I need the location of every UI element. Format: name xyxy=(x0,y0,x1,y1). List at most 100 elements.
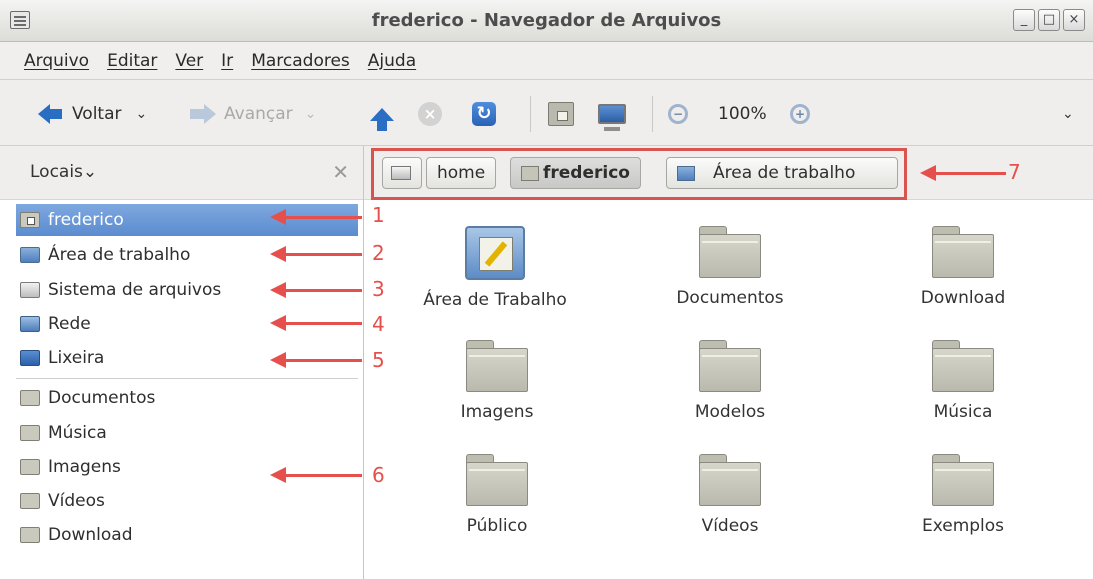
path-button-area-de-trabalho[interactable]: Área de trabalho xyxy=(666,157,898,189)
home-folder-icon xyxy=(548,102,574,126)
path-button-home[interactable]: home xyxy=(426,157,497,189)
folder-icon xyxy=(932,226,994,278)
file-item-musica[interactable]: Música xyxy=(863,340,1063,422)
annotation-number-6: 6 xyxy=(372,463,385,487)
forward-label: Avançar xyxy=(224,104,293,124)
path-button-label: frederico xyxy=(543,163,630,183)
zoom-level[interactable]: 100% xyxy=(718,99,767,129)
file-item-label: Público xyxy=(466,516,528,536)
close-side-pane-icon[interactable]: ✕ xyxy=(332,160,349,184)
stop-icon: × xyxy=(418,102,442,126)
file-item-label: Exemplos xyxy=(921,516,1005,536)
sidebar-item-label: frederico xyxy=(48,210,124,230)
reload-icon: ↻ xyxy=(472,102,496,126)
annotation-number-4: 4 xyxy=(372,312,385,336)
network-icon xyxy=(20,316,40,332)
maximize-button[interactable]: □ xyxy=(1038,9,1060,31)
path-button-label: home xyxy=(437,163,486,183)
sidebar-item-documentos[interactable]: Documentos xyxy=(16,382,358,414)
folder-icon xyxy=(699,226,761,278)
sidebar-item-lixeira[interactable]: Lixeira xyxy=(16,342,358,374)
window-controls: _ □ × xyxy=(1013,9,1085,31)
reload-button[interactable]: ↻ xyxy=(472,99,496,129)
computer-button[interactable] xyxy=(598,99,626,131)
annotation-number-3: 3 xyxy=(372,277,385,301)
menu-ver[interactable]: Ver xyxy=(175,51,203,71)
menu-bar: Arquivo Editar Ver Ir Marcadores Ajuda xyxy=(0,42,1093,80)
folder-icon xyxy=(466,454,528,506)
annotation-arrow xyxy=(920,165,1006,181)
file-item-documentos[interactable]: Documentos xyxy=(630,226,830,308)
annotation-number-7: 7 xyxy=(1008,160,1021,184)
places-selector[interactable]: Locais⌄ xyxy=(30,162,97,182)
file-item-download[interactable]: Download xyxy=(863,226,1063,308)
back-dropdown-chevron-icon[interactable]: ⌄ xyxy=(136,106,148,122)
sidebar-divider xyxy=(16,378,358,379)
menu-editar[interactable]: Editar xyxy=(107,51,157,71)
drive-icon xyxy=(20,282,40,298)
home-folder-icon xyxy=(20,212,40,228)
sidebar-item-imagens[interactable]: Imagens xyxy=(16,451,358,483)
file-item-imagens[interactable]: Imagens xyxy=(397,340,597,422)
desktop-icon xyxy=(677,165,695,181)
menu-arquivo[interactable]: Arquivo xyxy=(24,51,89,71)
places-selector-label: Locais xyxy=(30,162,83,182)
folder-icon xyxy=(20,459,40,475)
close-button[interactable]: × xyxy=(1063,9,1085,31)
file-item-label: Imagens xyxy=(460,402,534,422)
file-item-label: Documentos xyxy=(676,288,784,308)
back-label: Voltar xyxy=(72,104,122,124)
zoom-in-icon: + xyxy=(790,104,810,124)
menu-ajuda[interactable]: Ajuda xyxy=(368,51,416,71)
sidebar-item-label: Documentos xyxy=(48,388,156,408)
file-item-modelos[interactable]: Modelos xyxy=(630,340,830,422)
sidebar-item-videos[interactable]: Vídeos xyxy=(16,485,358,517)
file-item-videos[interactable]: Vídeos xyxy=(630,454,830,536)
forward-arrow-icon xyxy=(190,104,216,124)
stop-button[interactable]: × xyxy=(418,99,442,129)
folder-icon xyxy=(20,527,40,543)
sidebar-item-label: Sistema de arquivos xyxy=(48,280,222,300)
file-item-label: Vídeos xyxy=(701,516,759,536)
drive-icon xyxy=(391,166,411,180)
sidebar-item-label: Área de trabalho xyxy=(48,245,191,265)
forward-button[interactable]: Avançar ⌄ xyxy=(190,99,316,129)
sidebar-item-label: Download xyxy=(48,525,133,545)
menu-marcadores[interactable]: Marcadores xyxy=(251,51,350,71)
back-button[interactable]: Voltar ⌄ xyxy=(38,99,147,129)
up-arrow-icon xyxy=(370,107,394,131)
annotation-arrow xyxy=(270,282,362,298)
zoom-out-icon: − xyxy=(668,104,688,124)
file-item-area-de-trabalho[interactable]: Área de Trabalho xyxy=(395,226,595,310)
sidebar-item-label: Vídeos xyxy=(48,491,105,511)
file-item-exemplos[interactable]: Exemplos xyxy=(863,454,1063,536)
annotation-arrow xyxy=(270,246,362,262)
forward-dropdown-chevron-icon[interactable]: ⌄ xyxy=(305,106,317,122)
path-button-frederico[interactable]: frederico xyxy=(510,157,641,189)
trash-icon xyxy=(20,350,40,366)
menu-ir[interactable]: Ir xyxy=(221,51,233,71)
sidebar-item-frederico[interactable]: frederico xyxy=(16,204,358,236)
toolbar-overflow-button[interactable]: ⌄ xyxy=(1062,99,1074,129)
toolbar: Voltar ⌄ Avançar ⌄ × ↻ − 100% + ⌄ xyxy=(0,80,1093,146)
folder-icon xyxy=(932,340,994,392)
folder-icon xyxy=(932,454,994,506)
home-button[interactable] xyxy=(548,99,574,129)
annotation-arrow xyxy=(270,352,362,368)
sidebar-item-musica[interactable]: Música xyxy=(16,417,358,449)
computer-icon xyxy=(598,104,626,131)
sidebar-item-download[interactable]: Download xyxy=(16,519,358,551)
chevron-down-icon: ⌄ xyxy=(82,162,98,182)
folder-icon xyxy=(466,340,528,392)
folder-icon xyxy=(20,390,40,406)
annotation-arrow xyxy=(270,315,362,331)
side-pane: Locais⌄ ✕ frederico Área de trabalho Sis… xyxy=(0,146,364,579)
path-button-label: Área de trabalho xyxy=(713,163,856,183)
minimize-button[interactable]: _ xyxy=(1013,9,1035,31)
sidebar-item-label: Rede xyxy=(48,314,91,334)
up-button[interactable] xyxy=(370,99,394,131)
zoom-in-button[interactable]: + xyxy=(790,99,810,129)
zoom-out-button[interactable]: − xyxy=(668,99,688,129)
path-root-button[interactable] xyxy=(382,157,422,189)
file-item-publico[interactable]: Público xyxy=(397,454,597,536)
